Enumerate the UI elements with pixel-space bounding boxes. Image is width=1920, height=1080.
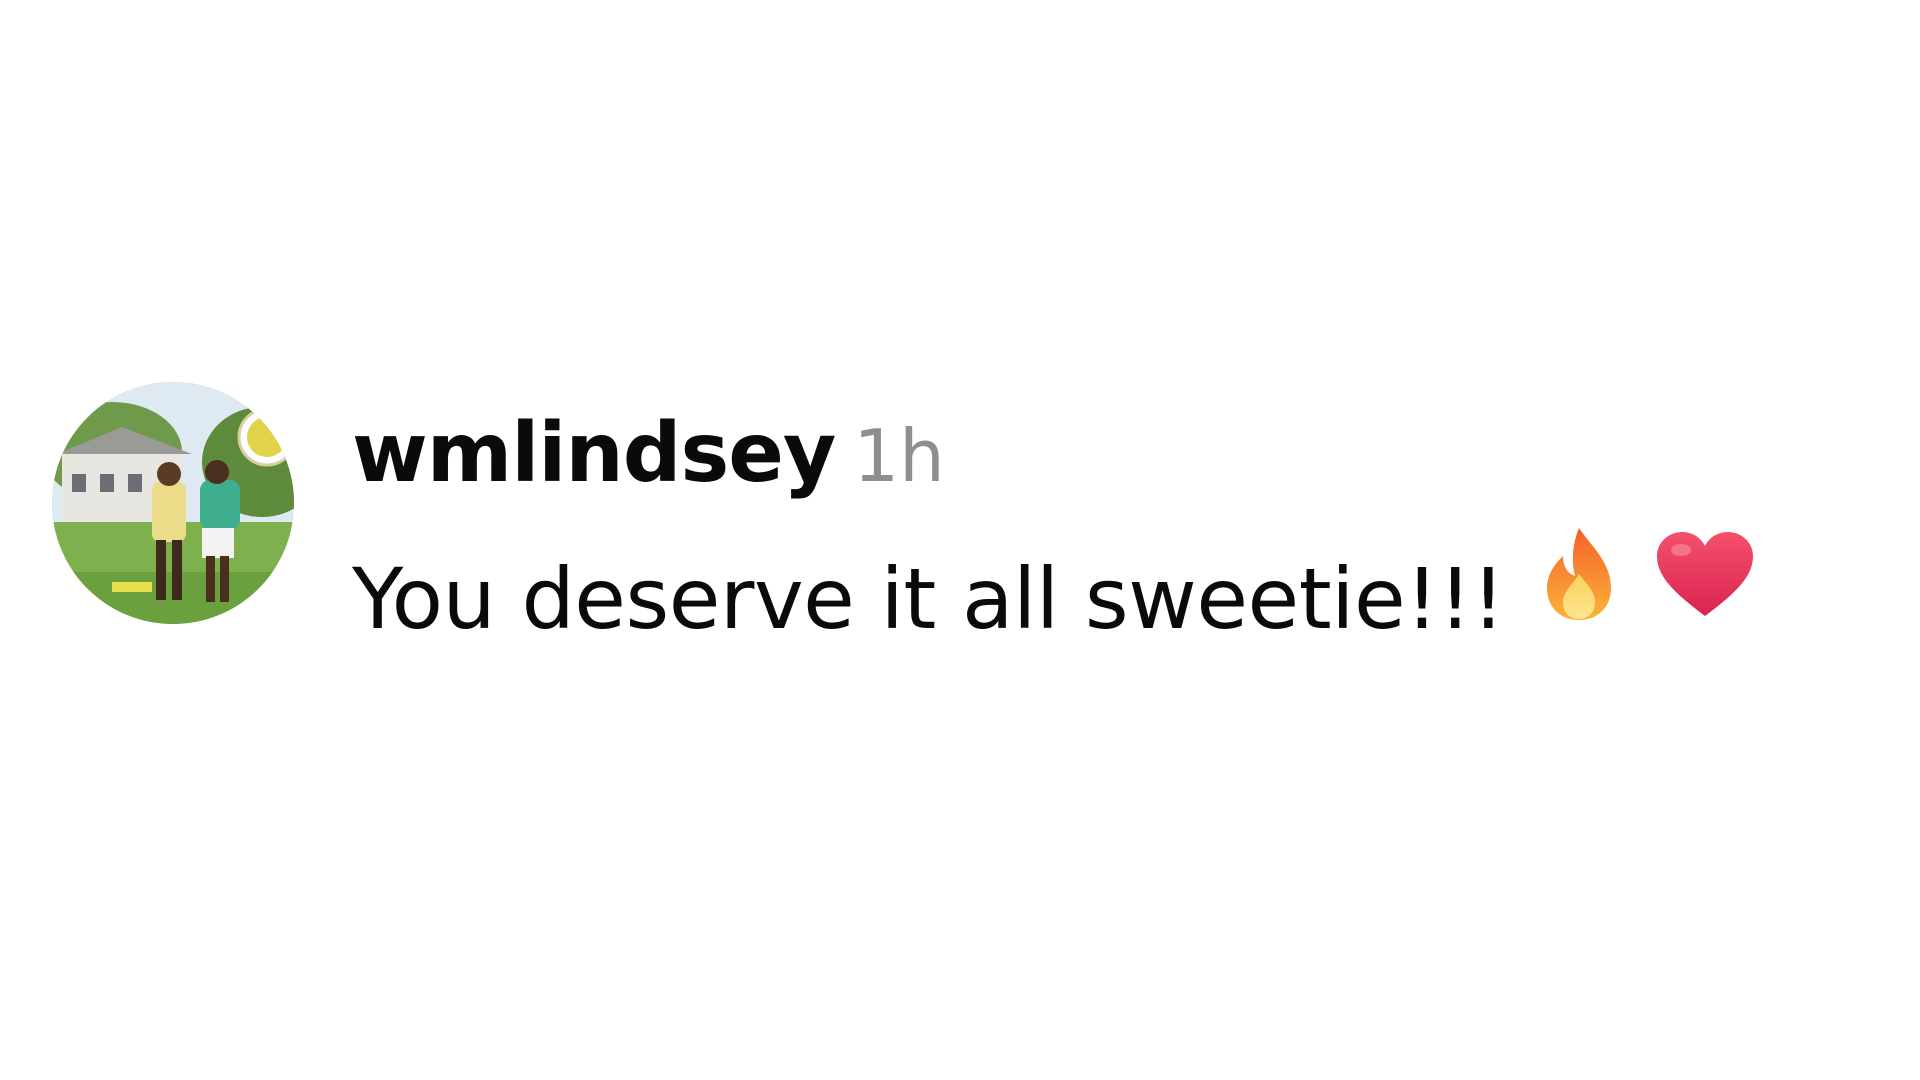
fire-emoji-icon [1539, 524, 1619, 674]
heart-emoji-icon [1653, 528, 1757, 670]
comment-item: wmlindsey 1h You deserve it all sweetie!!… [52, 382, 1892, 648]
comment-text: You deserve it all sweetie!!! [352, 550, 1505, 648]
avatar[interactable] [52, 382, 294, 624]
timestamp[interactable]: 1h [853, 414, 944, 498]
comment-header: wmlindsey 1h [352, 404, 1892, 504]
comment-text-line: You deserve it all sweetie!!! [352, 524, 1892, 648]
username-link[interactable]: wmlindsey [352, 406, 836, 501]
avatar-photo-icon [52, 382, 294, 624]
comment-body: wmlindsey 1h You deserve it all sweetie!!… [352, 404, 1892, 648]
